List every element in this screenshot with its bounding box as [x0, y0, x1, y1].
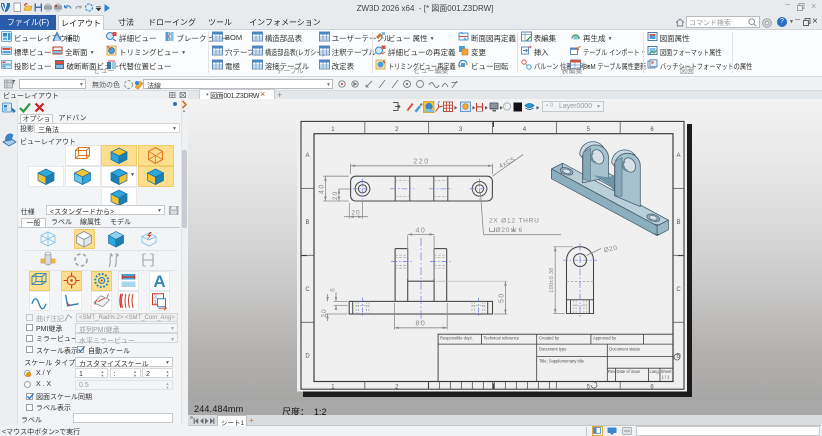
svg-text:Responsible dept.: Responsible dept.	[440, 336, 473, 341]
svg-text:40: 40	[318, 183, 325, 194]
svg-text:20: 20	[332, 191, 339, 200]
svg-text:80: 80	[416, 321, 427, 328]
svg-text:6: 6	[519, 227, 523, 234]
svg-text:B: B	[676, 220, 680, 226]
svg-text:B: B	[305, 220, 309, 226]
svg-text:A: A	[305, 153, 309, 159]
svg-text:Sheet: Sheet	[661, 369, 673, 374]
svg-text:20: 20	[321, 308, 328, 317]
svg-text:C: C	[305, 287, 310, 293]
svg-text:Title, Supplementary title: Title, Supplementary title	[539, 359, 585, 364]
svg-text:50: 50	[498, 292, 505, 303]
svg-text:2X Ø12 THRU: 2X Ø12 THRU	[489, 218, 540, 225]
svg-text:D: D	[305, 354, 310, 360]
svg-text:Ø20: Ø20	[496, 227, 511, 234]
svg-text:Date of issue: Date of issue	[617, 369, 642, 374]
svg-text:C: C	[676, 287, 681, 293]
svg-text:A: A	[153, 272, 165, 291]
svg-text:Document status: Document status	[609, 347, 640, 352]
svg-text:220: 220	[413, 159, 429, 166]
svg-text:1: 1	[154, 300, 157, 306]
svg-text:Approved by: Approved by	[593, 336, 617, 341]
svg-text:Rev.: Rev.	[608, 369, 616, 374]
svg-text:Technical reference: Technical reference	[484, 336, 520, 341]
svg-text:40: 40	[416, 227, 427, 234]
svg-text:A: A	[676, 153, 680, 159]
svg-text:Lang.: Lang.	[650, 369, 660, 374]
svg-text:1 / 1: 1 / 1	[662, 375, 671, 380]
svg-text:20: 20	[351, 210, 360, 217]
svg-text:100±0.38: 100±0.38	[549, 267, 555, 292]
svg-text:Created by: Created by	[539, 336, 560, 341]
svg-text:6: 6	[330, 288, 337, 292]
svg-text:Document type: Document type	[539, 347, 567, 352]
